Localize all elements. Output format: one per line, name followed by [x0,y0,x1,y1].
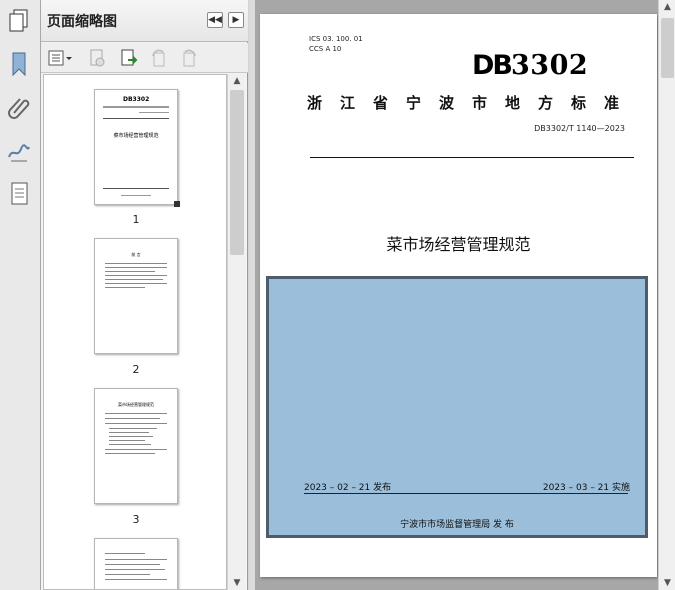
bookmark-icon[interactable] [5,50,33,78]
scroll-down-icon[interactable]: ▼ [228,576,246,590]
thumbnail-label-1: 1 [132,213,140,226]
scroll-thumb[interactable] [230,90,244,255]
ccs-code: CCS A 10 [309,45,342,53]
standard-logo: DB3302 [472,50,588,81]
panel-title: 页面缩略图 [47,14,117,30]
standard-category: 浙江省宁波市地方标准 [307,94,638,112]
ics-code: ICS 03. 100. 01 [309,35,363,43]
thumbnail-page-4[interactable] [94,538,178,589]
scroll-up-icon[interactable]: ▲ [659,0,675,14]
thumbnail-label-2: 2 [132,363,140,376]
thumbnail-page-3[interactable]: 菜市场经营管理规范 [94,388,178,504]
logo-db: DB [472,50,513,81]
thumb-heading: 菜市场经营管理规范 [118,402,154,407]
thumb-heading: 前 言 [131,252,141,257]
thumbnail-toolbar [41,43,248,73]
document-title: 菜市场经营管理规范 [386,235,531,254]
expand-right-button[interactable]: ▶ [228,12,244,28]
thumb-title: 菜市场经营管理规范 [113,133,159,139]
thumbnail-scrollbar[interactable]: ▲ ▼ [227,74,245,590]
thumbnails-panel: 页面缩略图 ◀◀ ▶ DB3302 菜市场经营管理规范 1 前 言 2 菜市场经… [41,0,248,590]
classification-codes: ICS 03. 100. 01 CCS A 10 [309,34,363,54]
rotate-right-icon[interactable] [179,48,199,68]
thumbnail-page-1[interactable]: DB3302 菜市场经营管理规范 [94,89,178,205]
document-view: ICS 03. 100. 01 CCS A 10 DB3302 浙江省宁波市地方… [255,0,658,590]
options-menu-icon[interactable] [47,48,73,68]
extract-page-icon[interactable] [119,48,139,68]
rotate-left-icon[interactable] [149,48,169,68]
document-icon[interactable] [5,180,33,208]
date-divider [304,493,628,494]
thumbnail-label-3: 3 [132,513,140,526]
highlight-region: 2023 – 02 – 21 发布 2023 – 03 – 21 实施 宁波市市… [266,276,648,538]
thumbnail-list: DB3302 菜市场经营管理规范 1 前 言 2 菜市场经营管理规范 3 [43,74,227,590]
issuer: 宁波市市场监督管理局 发 布 [400,520,514,530]
pages-icon[interactable] [5,6,33,34]
thumbnail-page-2[interactable]: 前 言 [94,238,178,354]
delete-page-icon[interactable] [87,48,107,68]
publish-date: 2023 – 02 – 21 发布 [304,483,392,493]
attachment-icon[interactable] [5,93,33,121]
scroll-down-icon[interactable]: ▼ [659,576,675,590]
navigation-rail [0,0,41,590]
divider-line [310,157,634,158]
panel-header: 页面缩略图 ◀◀ ▶ [41,0,248,42]
standard-code: DB3302/T 1140—2023 [534,124,625,133]
thumb-logo: DB3302 [123,96,150,103]
signature-icon[interactable] [5,137,33,165]
logo-number: 3302 [511,50,589,81]
scroll-up-icon[interactable]: ▲ [228,74,246,88]
implement-date: 2023 – 03 – 21 实施 [542,483,630,493]
collapse-left-button[interactable]: ◀◀ [207,12,223,28]
document-scrollbar[interactable]: ▲ ▼ [658,0,675,590]
scroll-thumb[interactable] [661,18,674,78]
